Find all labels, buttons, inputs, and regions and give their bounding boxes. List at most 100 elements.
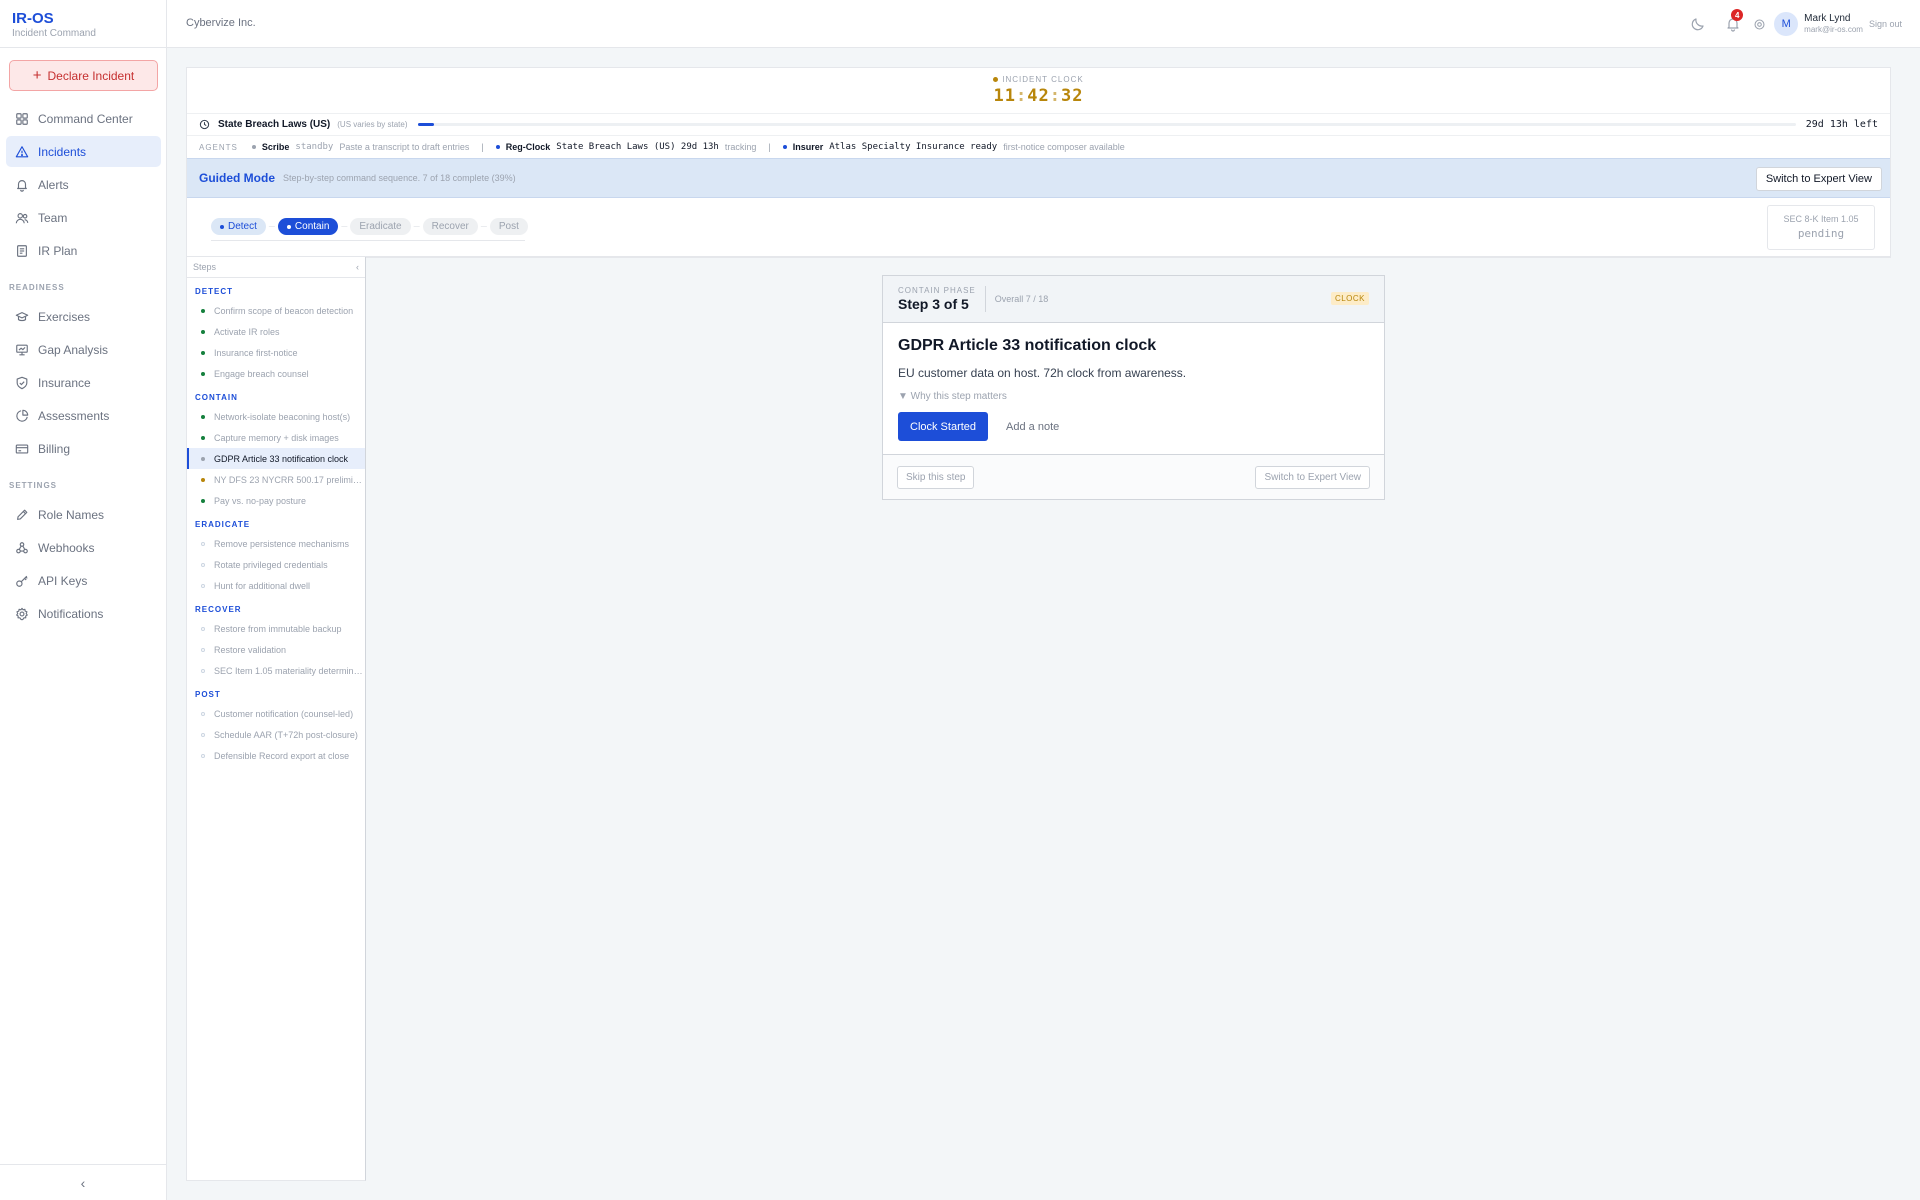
step-status-dot xyxy=(201,647,205,652)
why-this-step-matters-toggle[interactable]: ▼ Why this step matters xyxy=(898,391,1369,402)
step-status-dot xyxy=(201,711,205,716)
sidebar-item-team[interactable]: Team xyxy=(6,202,161,233)
insurer-status-dot xyxy=(782,145,787,149)
incident-panel: INCIDENT CLOCK 11:42:32 State Breach Law… xyxy=(186,67,1891,258)
insurer-agent-name: Insurer xyxy=(792,142,824,152)
step-list-item[interactable]: Confirm scope of beacon detection xyxy=(187,300,365,321)
step-status-dot xyxy=(201,435,205,440)
sidebar-item-command-center[interactable]: Command Center xyxy=(6,103,161,134)
breach-law-bar: State Breach Laws (US) (US varies by sta… xyxy=(187,113,1890,135)
phase-group-title: RECOVER xyxy=(195,605,242,614)
avatar[interactable]: M xyxy=(1774,12,1799,36)
tab-recover[interactable]: Recover xyxy=(422,218,478,235)
brand: IR-OS Incident Command xyxy=(0,0,166,48)
sidebar-item-label: Role Names xyxy=(38,507,105,522)
step-list-item[interactable]: Defensible Record export at close xyxy=(187,745,365,766)
users-icon xyxy=(15,212,29,223)
sign-out-link[interactable]: Sign out xyxy=(1869,19,1902,29)
add-note-link[interactable]: Add a note xyxy=(1006,421,1059,433)
step-list-item[interactable]: Rotate privileged credentials xyxy=(187,554,365,575)
skip-step-button[interactable]: Skip this step xyxy=(897,465,975,489)
step-list-item[interactable]: Restore validation xyxy=(187,639,365,660)
tab-detect[interactable]: Detect xyxy=(211,218,266,235)
clock-tag-badge: CLOCK xyxy=(1330,292,1369,305)
sidebar-item-label: Webhooks xyxy=(38,540,95,555)
sidebar-item-assessments[interactable]: Assessments xyxy=(6,400,161,431)
tab-contain[interactable]: Contain xyxy=(277,218,339,235)
guided-mode-title: Guided Mode xyxy=(199,171,275,185)
graduation-cap-icon xyxy=(15,311,29,321)
step-list-item[interactable]: SEC Item 1.05 materiality determination xyxy=(187,660,365,681)
moon-icon[interactable] xyxy=(1690,16,1706,32)
sidebar-item-billing[interactable]: Billing xyxy=(6,433,161,464)
sidebar-item-notifications[interactable]: Notifications xyxy=(6,598,161,629)
document-icon xyxy=(17,244,27,257)
sidebar-item-role-names[interactable]: Role Names xyxy=(6,499,161,530)
sidebar-item-alerts[interactable]: Alerts xyxy=(6,169,161,200)
step-status-dot xyxy=(201,477,205,482)
sidebar-item-api-keys[interactable]: API Keys xyxy=(6,565,161,596)
collapse-steps-button[interactable]: ‹ xyxy=(356,262,359,272)
step-status-dot xyxy=(201,308,205,313)
grid-icon xyxy=(16,112,28,125)
settings-nav: Role Names Webhooks API Keys Notificatio… xyxy=(6,499,161,631)
step-list-item[interactable]: Hunt for additional dwell xyxy=(187,575,365,596)
step-list-item[interactable]: GDPR Article 33 notification clock xyxy=(187,448,365,469)
step-list-item[interactable]: Activate IR roles xyxy=(187,321,365,342)
step-status-dot xyxy=(201,498,205,503)
breach-law-progress-fill xyxy=(417,123,435,126)
step-list-item[interactable]: Schedule AAR (T+72h post-closure) xyxy=(187,724,365,745)
step-list-item[interactable]: Network-isolate beaconing host(s) xyxy=(187,406,365,427)
phase-tabs: Detect — Contain — Eradicate — Recover —… xyxy=(211,218,528,241)
sidebar-item-gap-analysis[interactable]: Gap Analysis xyxy=(6,334,161,365)
step-list-item[interactable]: Insurance first-notice xyxy=(187,342,365,363)
step-list-item[interactable]: Engage breach counsel xyxy=(187,363,365,384)
user-name: Mark Lynd xyxy=(1804,13,1851,24)
shield-check-icon xyxy=(16,376,28,389)
sidebar-item-exercises[interactable]: Exercises xyxy=(6,301,161,332)
sidebar-item-insurance[interactable]: Insurance xyxy=(6,367,161,398)
user-info: Mark Lynd mark@ir-os.com xyxy=(1804,13,1863,35)
tab-post[interactable]: Post xyxy=(489,218,528,235)
reg-clock-agent-name: Reg-Clock xyxy=(505,142,551,152)
card-switch-to-expert-view-button[interactable]: Switch to Expert View xyxy=(1255,465,1370,489)
step-list-item[interactable]: Pay vs. no-pay posture xyxy=(187,490,365,511)
chevron-left-icon: ‹ xyxy=(80,1174,86,1191)
settings-gear-button[interactable] xyxy=(1753,18,1766,31)
tab-eradicate[interactable]: Eradicate xyxy=(350,218,411,235)
declare-incident-button[interactable]: + Declare Incident xyxy=(9,60,158,91)
step-list-item[interactable]: Remove persistence mechanisms xyxy=(187,533,365,554)
sidebar-item-incidents[interactable]: Incidents xyxy=(6,136,161,167)
step-label: Confirm scope of beacon detection xyxy=(214,305,354,316)
switch-to-expert-view-button[interactable]: Switch to Expert View xyxy=(1755,167,1882,191)
agents-bar: AGENTS Scribe standby Paste a transcript… xyxy=(187,135,1890,158)
step-label: Insurance first-notice xyxy=(214,347,298,358)
notifications-bell-button[interactable]: 4 xyxy=(1725,9,1744,32)
clock-hours: 11 xyxy=(993,86,1016,106)
sidebar: IR-OS Incident Command + Declare Inciden… xyxy=(0,0,167,1200)
step-list-item[interactable]: Capture memory + disk images xyxy=(187,427,365,448)
sidebar-item-label: Incidents xyxy=(38,144,87,159)
step-status-dot xyxy=(201,371,205,376)
pie-chart-icon xyxy=(16,409,29,422)
sec-8k-status: pending xyxy=(1797,227,1845,240)
steps-list: Steps ‹ DETECT Confirm scope of beacon de… xyxy=(186,257,366,1181)
step-card-overall: Overall 7 / 18 xyxy=(994,294,1049,304)
org-name: Cybervize Inc. xyxy=(186,17,256,29)
sidebar-item-ir-plan[interactable]: IR Plan xyxy=(6,235,161,266)
clock-seconds: 32 xyxy=(1060,86,1084,106)
collapse-sidebar-button[interactable]: ‹ xyxy=(0,1164,166,1200)
step-label: Pay vs. no-pay posture xyxy=(214,495,307,506)
step-list-item[interactable]: Restore from immutable backup xyxy=(187,618,365,639)
pen-icon xyxy=(17,509,28,520)
sidebar-item-webhooks[interactable]: Webhooks xyxy=(6,532,161,563)
step-list-item[interactable]: NY DFS 23 NYCRR 500.17 preliminary notic… xyxy=(187,469,365,490)
phase-group-post: POST Customer notification (counsel-led) S… xyxy=(187,690,365,766)
step-list-item[interactable]: Customer notification (counsel-led) xyxy=(187,703,365,724)
clock-started-button[interactable]: Clock Started xyxy=(898,412,989,441)
sidebar-item-label: Gap Analysis xyxy=(38,342,109,357)
steps-header: Steps ‹ xyxy=(187,257,365,278)
step-label: GDPR Article 33 notification clock xyxy=(214,453,349,464)
warning-icon xyxy=(15,145,29,157)
step-status-dot xyxy=(201,329,205,334)
